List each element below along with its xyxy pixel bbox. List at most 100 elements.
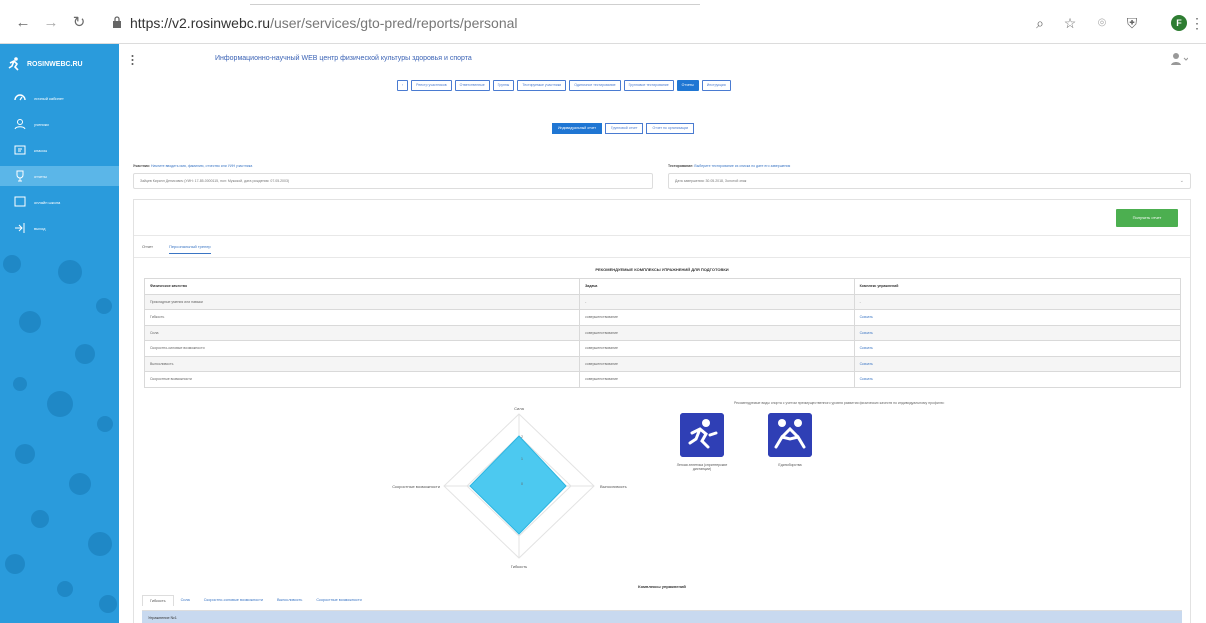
quality-cell: Сила <box>143 324 581 341</box>
sidebar-item-classes[interactable]: классы <box>0 140 119 160</box>
logout-icon <box>15 223 25 233</box>
menu-toggle-icon[interactable] <box>131 54 134 66</box>
quality-cell: Скоростные возможности <box>143 371 581 388</box>
sidebar-item-logout[interactable]: выход <box>0 218 119 238</box>
sports-recommendation-note: Рекомендуемые виды спорта с учетом преим… <box>734 401 945 405</box>
extension-icon-2[interactable]: ⛨ <box>1122 13 1142 33</box>
zoom-icon[interactable]: ⌕ <box>1030 13 1050 33</box>
get-report-button[interactable]: Получить отчет <box>1116 209 1178 227</box>
testing-label: Тестирование: Выберите тестирование из с… <box>668 164 791 168</box>
download-link[interactable]: Скачать <box>853 309 1182 326</box>
tab-report[interactable]: Отчет <box>142 244 153 254</box>
sport-athletics[interactable]: Легкая атлетика (спринтерские дистанции) <box>672 413 732 471</box>
extension-icon[interactable]: ◎ <box>1092 13 1112 33</box>
radar-label-right: Выносливость <box>600 484 627 489</box>
forward-icon[interactable]: → <box>42 14 60 32</box>
tab-strip <box>250 4 700 5</box>
report-panel: Получить отчет Отчет Персональный тренер… <box>133 199 1191 623</box>
tab-individual-report[interactable]: Индивидуальный отчет <box>552 123 602 134</box>
tab-flexibility[interactable]: Гибкость <box>142 595 174 606</box>
radar-label-left: Скоростные возможности <box>392 484 440 489</box>
reload-icon[interactable]: ↻ <box>70 14 88 32</box>
recommendations-table: Физическое качество Задача Комплекс упра… <box>143 278 1182 388</box>
report-type-tabs: Индивидуальный отчет Групповой отчет Отч… <box>552 123 695 134</box>
quality-cell: Гибкость <box>143 309 581 326</box>
tab-back[interactable]: ‹ <box>397 80 409 91</box>
tab-single-testing[interactable]: Одиночное тестирование <box>569 80 621 91</box>
wrestling-icon <box>768 413 812 457</box>
panel-toolbar: Получить отчет <box>134 200 1190 236</box>
account-menu-icon[interactable] <box>1170 52 1188 66</box>
participant-label: Участник: Начните вводить имя, фамилию, … <box>133 164 253 168</box>
url-text: https://v2.rosinwebc.ru/user/services/gt… <box>130 15 518 31</box>
sidebar-item-students[interactable]: ученики <box>0 114 119 134</box>
task-cell: совершенствование <box>579 355 855 372</box>
tab-strength[interactable]: Сила <box>174 595 197 606</box>
site-logo[interactable]: ROSINWEBC.RU <box>8 56 83 72</box>
back-icon[interactable]: ← <box>14 14 32 32</box>
task-cell: - <box>579 293 855 310</box>
quality-cell: Выносливость <box>143 355 581 372</box>
table-header-row: Физическое качество Задача Комплекс упра… <box>143 278 1182 295</box>
complex-cell: - <box>853 293 1182 310</box>
sports-pattern <box>3 255 117 613</box>
sprint-icon <box>680 413 724 457</box>
main-tabs: ‹ Реестр участников Ответственные Группы… <box>397 80 731 91</box>
sidebar-item-dashboard[interactable]: личный кабинет <box>0 88 119 108</box>
table-row: Скоростно-силовые возможности совершенст… <box>143 340 1182 357</box>
tab-group-report[interactable]: Групповой отчет <box>604 123 644 134</box>
tab-group-testing[interactable]: Групповое тестирование <box>623 80 674 91</box>
exercise-tabs: Гибкость Сила Скоростно-силовые возможно… <box>142 595 369 606</box>
tab-speed[interactable]: Скоростные возможности <box>309 595 368 606</box>
quality-cell: Скоростно-силовые возможности <box>143 340 581 357</box>
tab-groups[interactable]: Группы <box>492 80 515 91</box>
download-link[interactable]: Скачать <box>853 355 1182 372</box>
tab-personal-trainer[interactable]: Персональный тренер <box>168 244 211 254</box>
report-view-tabs: Отчет Персональный тренер <box>142 244 211 254</box>
radar-chart: Сила Выносливость Гибкость Скоростные во… <box>392 406 627 569</box>
task-cell: совершенствование <box>579 324 855 341</box>
tab-instructions[interactable]: Инструкция <box>701 80 731 91</box>
participant-input[interactable]: Зайцев Кирилл Денисович (УИН: 17-85-0000… <box>133 173 653 189</box>
exercise-row[interactable]: Упражнение №1 <box>142 610 1182 623</box>
testing-select[interactable]: Дата завершения: 30.05.2018, Золотой зна… <box>668 173 1191 189</box>
profile-avatar[interactable]: F <box>1171 15 1187 31</box>
tab-responsible[interactable]: Ответственные <box>454 80 490 91</box>
table-row: Прикладные умения или навыки - - <box>143 293 1182 310</box>
column-header: Физическое качество <box>143 278 581 295</box>
table-row: Гибкость совершенствование Скачать <box>143 309 1182 326</box>
menu-kebab-icon[interactable]: ⋮ <box>1190 13 1204 33</box>
task-cell: совершенствование <box>579 340 855 357</box>
address-bar[interactable]: https://v2.rosinwebc.ru/user/services/gt… <box>106 12 986 34</box>
tab-divider <box>134 257 1190 258</box>
download-link[interactable]: Скачать <box>853 340 1182 357</box>
tab-organization-report[interactable]: Отчет по организации <box>646 123 695 134</box>
trophy-icon <box>16 170 24 182</box>
column-header: Комплекс упражнений <box>853 278 1182 295</box>
column-header: Задача <box>579 278 855 295</box>
sidebar-item-reports[interactable]: отчеты <box>0 166 119 186</box>
tab-endurance[interactable]: Выносливость <box>270 595 309 606</box>
recommendations-title: РЕКОМЕНДУЕМЫЕ КОМПЛЕКСЫ УПРАЖНЕНИЙ ДЛЯ П… <box>595 267 729 272</box>
download-link[interactable]: Скачать <box>853 324 1182 341</box>
download-link[interactable]: Скачать <box>853 371 1182 388</box>
exercise-complexes-title: Комплексы упражнений <box>638 584 686 589</box>
radar-label-top: Сила <box>514 406 524 411</box>
table-row: Сила совершенствование Скачать <box>143 324 1182 341</box>
tab-speed-strength[interactable]: Скоростно-силовые возможности <box>197 595 270 606</box>
class-icon <box>14 145 26 155</box>
site-title: Информационно-научный WEB центр физическ… <box>215 55 472 62</box>
radar-tick: 0 <box>521 482 523 486</box>
tab-registry[interactable]: Реестр участников <box>411 80 452 91</box>
task-cell: совершенствование <box>579 309 855 326</box>
bookmark-star-icon[interactable]: ☆ <box>1060 13 1080 33</box>
sidebar-item-online-school[interactable]: онлайн школа <box>0 192 119 212</box>
quality-cell: Прикладные умения или навыки <box>143 293 581 310</box>
task-cell: совершенствование <box>579 371 855 388</box>
radar-tick: 2 <box>521 435 523 439</box>
chevron-down-icon: ⌄ <box>1179 178 1184 184</box>
tab-tested-participants[interactable]: Тестируемые участники <box>517 80 567 91</box>
tab-reports[interactable]: Отчеты <box>676 80 699 91</box>
sport-martial-arts[interactable]: Единоборства <box>760 413 820 467</box>
screen-icon <box>14 196 26 207</box>
